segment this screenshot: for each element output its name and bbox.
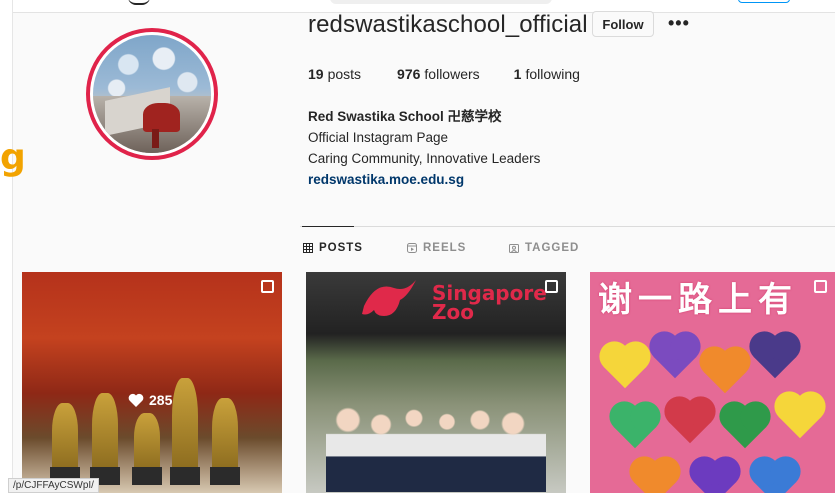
profile-avatar[interactable] (86, 28, 218, 160)
more-options-icon[interactable]: ••• (668, 13, 690, 34)
followers-stat[interactable]: 976 followers (397, 66, 480, 82)
profile-bio: Red Swastika School 卍慈学校 Official Instag… (308, 106, 540, 190)
side-glyph-text: g (0, 137, 26, 178)
following-stat[interactable]: 1 following (514, 66, 580, 82)
tab-reels-label: REELS (423, 242, 467, 254)
multi-post-icon (545, 280, 558, 293)
paper-heart (653, 335, 697, 379)
paper-heart (633, 460, 677, 493)
status-url-tooltip: /p/CJFFAyCSWpI/ (8, 478, 99, 493)
paper-heart (693, 460, 737, 493)
followers-label: followers (424, 66, 480, 82)
bio-line-1: Official Instagram Page (308, 130, 449, 145)
tagged-icon (509, 244, 519, 253)
banner-text: 谢一路上有 (598, 280, 798, 320)
post-likes-overlay: 285 (128, 392, 172, 408)
bio-line-2: Caring Community, Innovative Leaders (308, 151, 541, 166)
post-likes-count: 285 (149, 392, 173, 408)
following-label: following (525, 66, 580, 82)
follow-button[interactable]: Follow (592, 11, 654, 37)
zoo-sign: Singapore Zoo (342, 278, 552, 322)
profile-username: redswastikaschool_official (308, 11, 588, 38)
posts-stat: 19 posts (308, 66, 361, 82)
tab-reels[interactable]: REELS (407, 242, 466, 254)
nav-login-button[interactable] (738, 0, 790, 3)
multi-post-icon (814, 280, 827, 293)
search-input[interactable] (330, 0, 552, 4)
instagram-logo[interactable] (128, 0, 150, 5)
paper-heart (668, 400, 712, 444)
paper-heart (613, 405, 657, 449)
bio-name: Red Swastika School 卍慈学校 (308, 109, 502, 124)
tab-posts-label: POSTS (319, 242, 363, 254)
post-tile-3[interactable]: 谢一路上有 (590, 272, 835, 493)
paper-heart (753, 460, 797, 493)
posts-count: 19 (308, 66, 324, 82)
avatar-image (90, 32, 214, 156)
zoo-sign-text: Singapore Zoo (432, 281, 547, 324)
post-tile-2[interactable]: Singapore Zoo (306, 272, 566, 493)
tab-tagged[interactable]: TAGGED (509, 242, 579, 254)
tab-tagged-label: TAGGED (525, 242, 580, 254)
profile-stats: 19 posts 976 followers 1 following (308, 66, 616, 82)
multi-post-icon (261, 280, 274, 293)
paper-heart (753, 335, 797, 379)
bio-website-link[interactable]: redswastika.moe.edu.sg (308, 169, 540, 190)
following-count: 1 (513, 66, 522, 82)
paper-heart (703, 350, 747, 394)
heart-icon (128, 393, 144, 407)
profile-tabs: POSTS REELS TAGGED (0, 242, 835, 256)
orangutan-logo-icon (362, 280, 416, 316)
paper-heart (778, 395, 822, 439)
paper-heart (723, 405, 767, 449)
paper-heart (603, 345, 647, 389)
followers-count: 976 (397, 66, 421, 82)
group-photo (326, 402, 546, 492)
grid-icon (303, 243, 313, 253)
tabs-divider (300, 226, 835, 227)
reels-icon (407, 243, 417, 253)
posts-label: posts (327, 66, 362, 82)
post-tile-1[interactable]: 285 (22, 272, 282, 493)
active-tab-indicator (302, 226, 354, 227)
tab-posts[interactable]: POSTS (303, 242, 363, 254)
